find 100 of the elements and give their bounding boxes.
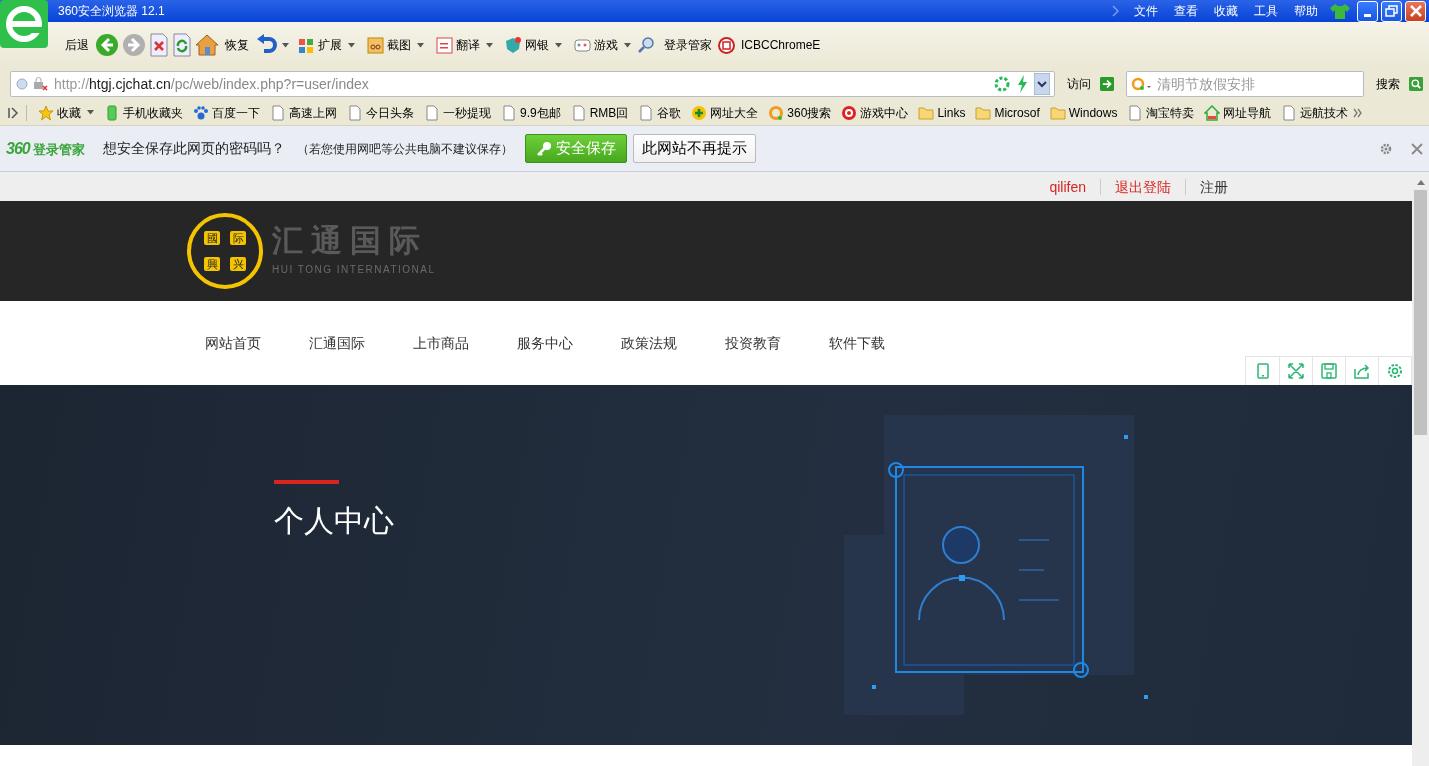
page-icon — [638, 104, 655, 121]
folder-icon — [1049, 104, 1066, 121]
search-button[interactable]: 搜索 — [1373, 69, 1403, 99]
back-button[interactable]: 后退 — [62, 30, 92, 60]
dropdown-icon[interactable] — [1034, 73, 1050, 95]
aperture-icon[interactable] — [994, 76, 1010, 92]
password-manager-logo: 360 登录管家 — [6, 138, 85, 159]
nav-link[interactable]: 上市商品 — [413, 332, 517, 354]
nav-link[interactable]: 网站首页 — [205, 332, 309, 354]
bookmark-item[interactable]: 网址大全 — [686, 103, 764, 122]
key-icon — [535, 140, 552, 157]
site-dot-icon — [15, 77, 29, 91]
caret-icon — [624, 42, 631, 48]
address-field[interactable]: http://htgj.cjchat.cn/pc/web/index.php?r=user/index — [10, 71, 1055, 97]
toolbar-menu-button[interactable]: 截图 — [364, 30, 427, 60]
magnifier-icon[interactable] — [637, 36, 655, 54]
nav-link[interactable]: 政策法规 — [621, 332, 725, 354]
lightning-icon[interactable] — [1016, 75, 1028, 93]
bank-logo-icon[interactable] — [718, 36, 735, 54]
bookmark-item[interactable]: 360搜索 — [763, 103, 837, 122]
translate-icon — [436, 36, 453, 54]
save-icon — [1320, 362, 1338, 380]
scroll-up-arrow-icon[interactable] — [1415, 178, 1426, 186]
menu-item[interactable]: 查看 — [1166, 0, 1206, 22]
visit-button[interactable]: 访问 — [1064, 69, 1094, 99]
bookmark-item[interactable]: 手机收藏夹 — [99, 103, 188, 122]
bookmark-item[interactable]: 百度一下 — [188, 103, 265, 122]
paw-icon — [193, 104, 209, 121]
caret-icon — [87, 110, 94, 115]
search-engine-icon[interactable] — [1131, 76, 1153, 92]
restore-button[interactable] — [1381, 0, 1402, 22]
more-chevron-icon[interactable] — [1353, 107, 1364, 118]
bookmark-item[interactable]: 远航技术 — [1276, 103, 1354, 122]
login-manager-button[interactable]: 登录管家 — [661, 30, 715, 60]
caret-icon — [555, 42, 562, 48]
brand-logo[interactable]: 國 际 興 兴 — [187, 213, 263, 289]
search-icon[interactable] — [1409, 74, 1423, 94]
caret-icon — [417, 42, 424, 48]
toolbar-menu-button[interactable]: 翻译 — [433, 30, 496, 60]
page-icon — [424, 104, 440, 121]
expand-icon — [1287, 362, 1305, 380]
sidebar-toggle-icon[interactable] — [8, 106, 20, 119]
close-icon — [1407, 3, 1424, 19]
bookmark-item[interactable]: 谷歌 — [633, 103, 687, 122]
nav-link[interactable]: 汇通国际 — [309, 332, 413, 354]
menu-item[interactable]: 工具 — [1246, 0, 1286, 22]
page-icon — [570, 104, 587, 121]
phone-icon — [104, 104, 120, 121]
bookmark-item[interactable]: 游戏中心 — [836, 103, 914, 122]
minimize-button[interactable] — [1357, 0, 1378, 22]
toolbar-menu-button[interactable]: 游戏 — [571, 30, 634, 60]
close-button[interactable] — [1405, 0, 1426, 22]
extension-button[interactable]: ICBCChromeE — [738, 30, 824, 60]
insecure-lock-icon — [32, 77, 48, 91]
banner-title: 个人中心 — [274, 503, 394, 539]
menu-item[interactable]: 帮助 — [1286, 0, 1326, 22]
user-link[interactable]: 退出登陆 — [1100, 178, 1185, 195]
bookmark-item[interactable]: 一秒提现 — [419, 103, 496, 122]
screenshot-icon — [367, 36, 384, 54]
bookmark-item[interactable]: 今日头条 — [342, 103, 419, 122]
menu-item[interactable]: 文件 — [1126, 0, 1166, 22]
stop-icon[interactable] — [149, 33, 169, 57]
nav-link[interactable]: 服务中心 — [517, 332, 621, 354]
save-password-prompt: 想安全保存此网页的密码吗？ — [102, 139, 285, 158]
user-link[interactable]: 注册 — [1185, 178, 1242, 195]
user-link[interactable]: qilifen — [1035, 178, 1100, 195]
plus-circle-icon — [691, 104, 708, 121]
search-field[interactable]: 清明节放假安排 — [1126, 71, 1364, 97]
bookmark-item[interactable]: 淘宝特卖 — [1122, 103, 1200, 122]
chevron-icon — [1112, 5, 1120, 17]
caret-icon — [282, 42, 289, 48]
nav-link[interactable]: 软件下载 — [829, 332, 933, 354]
never-for-site-button[interactable]: 此网站不再提示 — [632, 134, 756, 163]
bookmark-item[interactable]: 网址导航 — [1199, 103, 1277, 122]
scrollbar-thumb[interactable] — [1414, 190, 1427, 435]
page-icon — [1127, 104, 1144, 121]
bookmark-item[interactable]: 9.9包邮 — [496, 103, 566, 122]
home-icon[interactable] — [195, 33, 219, 57]
brand-subtitle: HUI TONG INTERNATIONAL — [272, 263, 436, 277]
restore-tabs-button[interactable]: 恢复 — [222, 30, 252, 60]
close-icon[interactable] — [1411, 142, 1423, 155]
toolbar-menu-button[interactable]: 网银 — [502, 30, 565, 60]
settings-icon[interactable] — [1379, 141, 1393, 156]
bookmark-item[interactable]: 收藏 — [33, 103, 99, 122]
page-icon — [347, 104, 363, 121]
bookmark-item[interactable]: Links — [913, 103, 971, 122]
bookmark-item[interactable]: 高速上网 — [265, 103, 342, 122]
nav-link[interactable]: 投资教育 — [725, 332, 829, 354]
bookmark-item[interactable]: Microsof — [970, 103, 1045, 122]
toolbar-menu-button[interactable]: 扩展 — [295, 30, 358, 60]
window-title: 360安全浏览器 12.1 — [57, 3, 166, 20]
menu-item[interactable]: 收藏 — [1206, 0, 1246, 22]
ring-icon — [768, 104, 785, 121]
caret-icon — [348, 42, 355, 48]
page-icon — [270, 104, 286, 121]
shirt-icon[interactable] — [1329, 2, 1351, 20]
bookmark-item[interactable]: RMB回 — [565, 103, 634, 122]
refresh-icon[interactable] — [172, 33, 192, 57]
bookmark-item[interactable]: Windows — [1044, 103, 1123, 122]
star-icon — [38, 104, 54, 121]
